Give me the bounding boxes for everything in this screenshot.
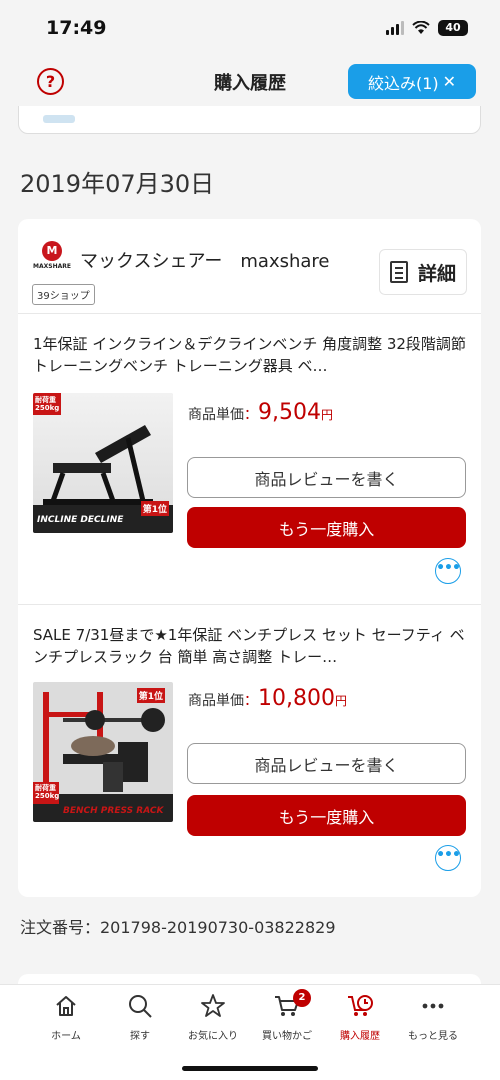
- filter-label: 絞込み(1): [367, 73, 439, 93]
- tab-favorites[interactable]: お気に入り: [173, 991, 253, 1042]
- document-icon: [389, 261, 408, 283]
- shop-tag: 39ショップ: [32, 284, 95, 305]
- shop-row: M MAXSHARE マックスシェアー maxshare 39ショップ 詳細: [18, 219, 481, 314]
- bench-press-rack-image: [33, 682, 173, 822]
- buy-again-button[interactable]: もう一度購入: [187, 507, 466, 548]
- shop-logo: M MAXSHARE: [32, 241, 72, 273]
- signal-icon: [386, 21, 404, 35]
- tab-label: 探す: [130, 1031, 150, 1042]
- status-time: 17:49: [46, 17, 107, 39]
- item-image-badge: 耐荷重 250kg: [35, 784, 60, 800]
- more-options-icon[interactable]: •••: [435, 845, 461, 871]
- shop-logo-text: MAXSHARE: [33, 263, 71, 270]
- tab-search[interactable]: 探す: [100, 991, 180, 1042]
- order-detail-button[interactable]: 詳細: [379, 249, 467, 295]
- star-icon: [201, 994, 225, 1017]
- tab-label: ホーム: [51, 1031, 81, 1042]
- home-indicator: [182, 1066, 318, 1071]
- previous-order-card: [18, 106, 481, 134]
- tab-cart[interactable]: 2 買い物かご: [247, 989, 327, 1042]
- item-title[interactable]: SALE 7/31昼まで★1年保証 ベンチプレス セット セーフティ ベンチプレ…: [33, 624, 468, 668]
- app-header: ? 購入履歴 絞込み(1) ✕: [0, 56, 500, 106]
- order-list[interactable]: 2019年07月30日 M MAXSHARE マックスシェアー maxshare…: [0, 106, 500, 984]
- shop-name[interactable]: マックスシェアー maxshare: [80, 247, 330, 273]
- wifi-icon: [412, 21, 430, 34]
- buy-again-button[interactable]: もう一度購入: [187, 795, 466, 836]
- shop-logo-mark: M: [42, 241, 62, 261]
- price-unit: 円: [320, 408, 333, 422]
- price-colon: ：: [244, 407, 258, 423]
- previous-order-logo: [43, 115, 75, 123]
- more-options-icon[interactable]: •••: [435, 558, 461, 584]
- price-unit: 円: [334, 694, 347, 708]
- price-colon: ：: [244, 693, 258, 709]
- item-image[interactable]: 耐荷重 250kg BENCH PRESS RACK 第1位: [33, 682, 173, 822]
- order-card: M MAXSHARE マックスシェアー maxshare 39ショップ 詳細 1…: [18, 219, 481, 897]
- more-icon: [422, 1003, 444, 1009]
- order-item: 1年保証 インクライン＆デクラインベンチ 角度調整 32段階調節 トレーニングベ…: [18, 315, 481, 605]
- price-label: 商品単価: [188, 693, 244, 709]
- next-order-card: [18, 974, 481, 984]
- item-title[interactable]: 1年保証 インクライン＆デクラインベンチ 角度調整 32段階調節 トレーニングベ…: [33, 333, 468, 377]
- battery-icon: 40: [438, 20, 468, 36]
- write-review-button[interactable]: 商品レビューを書く: [187, 743, 466, 784]
- unit-price: 商品単価：9,504円: [188, 400, 333, 425]
- history-icon: [348, 995, 373, 1016]
- filter-button[interactable]: 絞込み(1) ✕: [348, 64, 476, 99]
- tab-label: もっと見る: [408, 1031, 458, 1042]
- ranking-badge: 第1位: [136, 688, 165, 703]
- price-label: 商品単価: [188, 407, 244, 423]
- cart-count-badge: 2: [293, 989, 311, 1007]
- tab-label: お気に入り: [188, 1031, 238, 1042]
- order-item: SALE 7/31昼まで★1年保証 ベンチプレス セット セーフティ ベンチプレ…: [18, 606, 481, 896]
- tab-label: 買い物かご: [262, 1031, 312, 1042]
- tab-more[interactable]: もっと見る: [393, 991, 473, 1042]
- home-icon: [56, 996, 76, 1016]
- price-value: 9,504: [258, 400, 321, 425]
- item-image-badge: 耐荷重 250kg: [35, 396, 60, 412]
- ranking-badge: 第1位: [140, 501, 169, 516]
- tab-purchase-history[interactable]: 購入履歴: [320, 991, 400, 1042]
- status-icons: 40: [386, 20, 468, 36]
- tab-label: 購入履歴: [340, 1031, 380, 1042]
- close-icon[interactable]: ✕: [443, 72, 456, 91]
- tab-home[interactable]: ホーム: [26, 991, 106, 1042]
- unit-price: 商品単価：10,800円: [188, 686, 347, 711]
- price-value: 10,800: [258, 686, 335, 711]
- detail-label: 詳細: [417, 262, 456, 285]
- order-date: 2019年07月30日: [20, 170, 215, 198]
- write-review-button[interactable]: 商品レビューを書く: [187, 457, 466, 498]
- item-image[interactable]: 耐荷重 250kg INCLINE DECLINE 第1位: [33, 393, 173, 533]
- search-icon: [129, 995, 152, 1018]
- item-image-caption: INCLINE DECLINE: [37, 515, 124, 525]
- status-bar: 17:49 40: [0, 0, 500, 56]
- order-number: 注文番号：201798-20190730-03822829: [20, 918, 336, 937]
- item-image-caption: BENCH PRESS RACK: [63, 806, 164, 816]
